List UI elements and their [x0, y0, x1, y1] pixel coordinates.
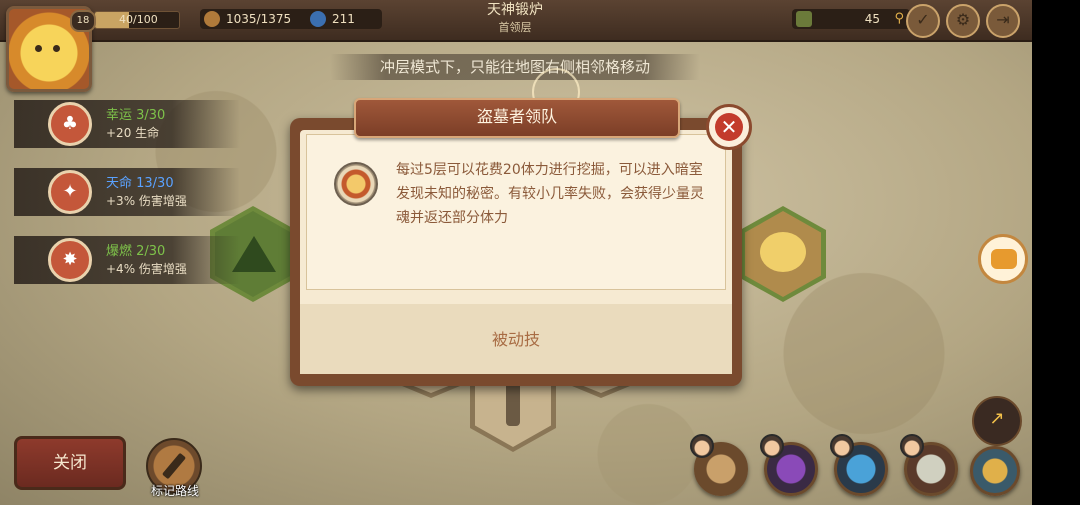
level-badge: 18	[70, 10, 96, 32]
explosion-icon: ✸	[48, 238, 92, 282]
buff-item-burn[interactable]: ✸ 爆燃 2/30 +4% 伤害增强	[14, 236, 240, 284]
clipboard-icon: ✓	[916, 10, 930, 29]
clover-icon: ♣	[48, 102, 92, 146]
dialog-title: 盗墓者领队	[354, 98, 680, 138]
skill-type-label: 被动技	[491, 330, 540, 349]
avatar-eye-right	[53, 45, 60, 52]
buff-name: 幸运 3/30	[106, 108, 166, 123]
stamina-icon	[204, 11, 220, 27]
stage-title: 天神锻炉	[487, 2, 543, 18]
buff-item-fate[interactable]: ✦ 天命 13/30 +3% 伤害增强	[14, 168, 240, 216]
gear-icon: ⚙	[955, 10, 971, 29]
xp-bar: 40/100	[94, 11, 180, 29]
hero-avatar-3	[830, 434, 854, 458]
gem-icon	[310, 11, 326, 27]
hero-avatar-1	[690, 434, 714, 458]
fate-icon: ✦	[48, 170, 92, 214]
buff-name: 爆燃 2/30	[106, 244, 166, 259]
skill-description: 每过5层可以花费20体力进行挖掘，可以进入暗室发现未知的秘密。有较小几率失败，会…	[396, 162, 704, 226]
chat-button[interactable]	[978, 234, 1028, 284]
avatar-eye-left	[35, 45, 42, 52]
mark-route-label: 标记路线	[150, 484, 199, 498]
exit-icon: ⇥	[996, 10, 1010, 29]
buff-effect: +20 生命	[106, 126, 160, 140]
buff-effect: +4% 伤害增强	[106, 262, 187, 276]
xp-text: 40/100	[119, 13, 158, 26]
top-bar: 40/100 1035/1375 211 天神锻炉 首领层 45 ⚲ ✓ ⚙ ⇥	[0, 0, 1032, 42]
buff-name: 天命 13/30	[106, 176, 174, 191]
close-dialog-button[interactable]: ✕	[706, 104, 752, 150]
trend-up-icon: ↗	[989, 408, 1005, 429]
boss-icon	[760, 232, 806, 272]
hero-avatar-4	[900, 434, 924, 458]
chat-bubble-icon	[991, 249, 1017, 269]
gem-counter[interactable]: 211	[306, 9, 382, 29]
buff-effect: +3% 伤害增强	[106, 194, 187, 208]
chest-icon	[796, 11, 812, 27]
stage-subtitle: 首领层	[498, 21, 532, 34]
hero-avatar-2	[760, 434, 784, 458]
screen-edge	[1032, 0, 1080, 505]
quill-icon	[161, 452, 187, 480]
buff-item-luck[interactable]: ♣ 幸运 3/30 +20 生命	[14, 100, 240, 148]
search-icon[interactable]: ⚲	[894, 9, 904, 29]
task-button[interactable]: ✓	[906, 4, 940, 38]
gem-value: 211	[332, 12, 355, 26]
stamina-value: 1035/1375	[226, 12, 292, 26]
page-title: 天神锻炉 首领层	[440, 0, 590, 36]
settings-button[interactable]: ⚙	[946, 4, 980, 38]
exit-button[interactable]: ⇥	[986, 4, 1020, 38]
speed-up-button[interactable]: ↗	[972, 396, 1022, 446]
bag-counter[interactable]: 45 ⚲	[792, 9, 910, 29]
bag-count: 45	[864, 12, 880, 26]
movement-notice: 冲层模式下，只能往地图右侧相邻格移动	[330, 54, 700, 80]
stamina-counter[interactable]: 1035/1375	[200, 9, 322, 29]
close-button[interactable]: 关闭	[14, 436, 126, 490]
close-icon: ✕	[715, 113, 743, 141]
banner-skill-icon	[334, 162, 378, 206]
boss-skill-button[interactable]	[970, 446, 1020, 496]
